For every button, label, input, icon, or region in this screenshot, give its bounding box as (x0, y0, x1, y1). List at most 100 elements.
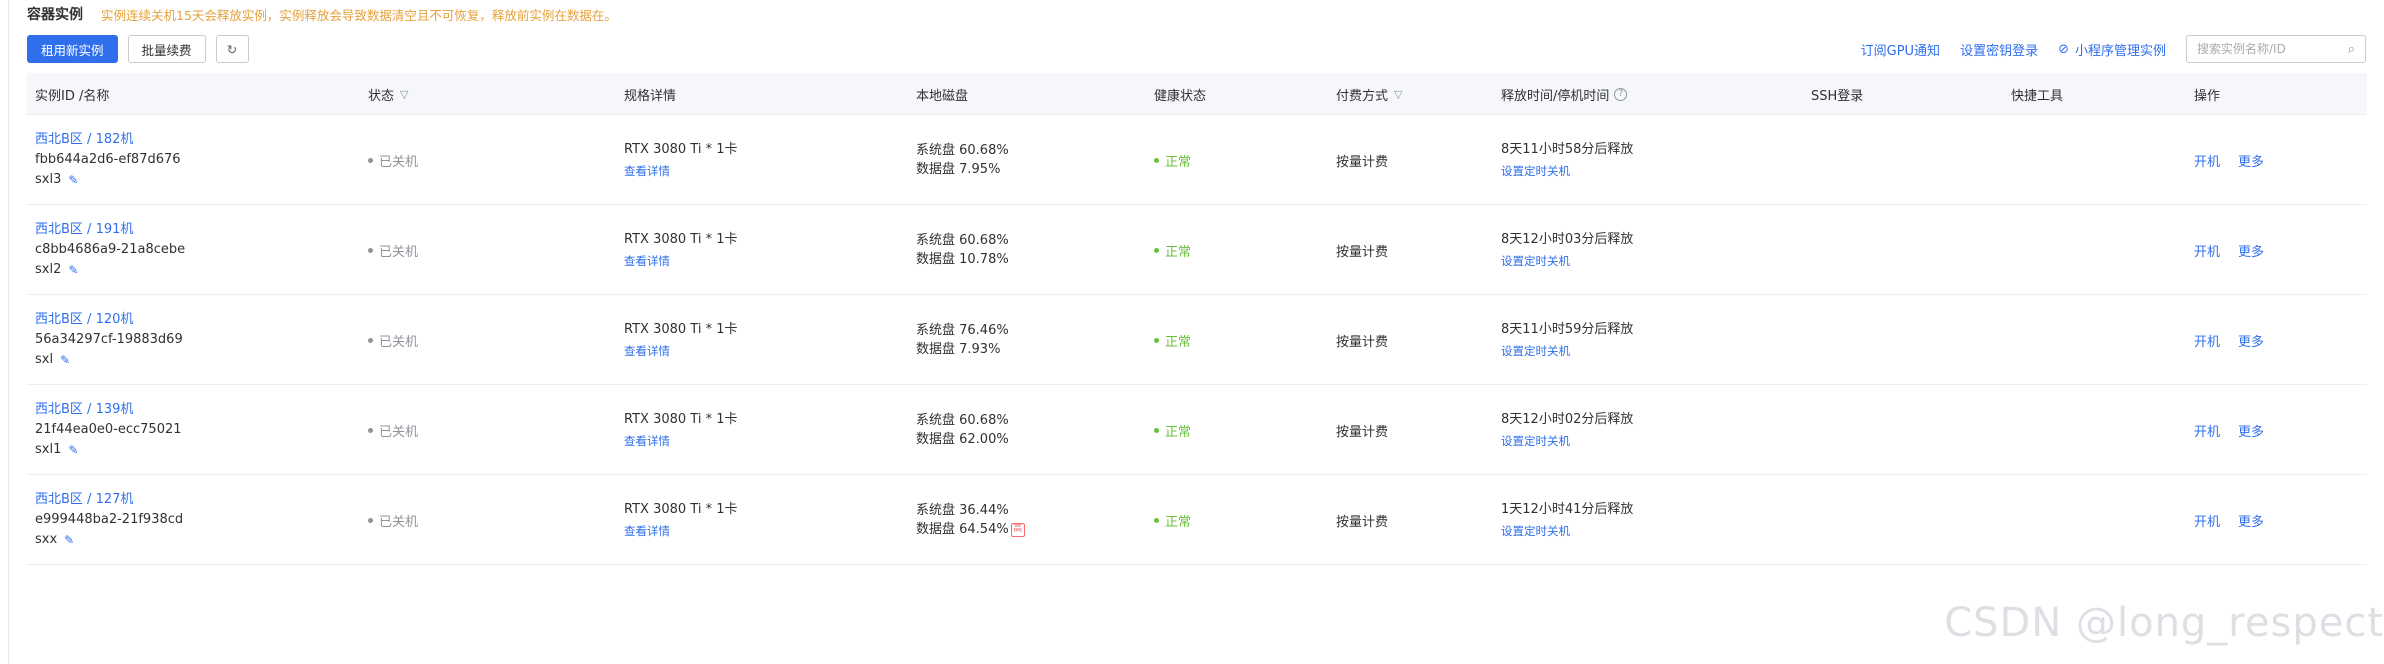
col-disk-label: 本地磁盘 (916, 88, 969, 104)
more-button[interactable]: 更多 (2238, 331, 2264, 350)
col-id-name: 实例ID /名称 (35, 73, 109, 115)
status-badge: 已关机 (368, 421, 418, 440)
col-billing-label: 付费方式 (1336, 88, 1389, 104)
view-details-link[interactable]: 查看详情 (624, 521, 737, 541)
region-link[interactable]: 西北B区 / 120机 (35, 310, 183, 330)
view-details-link[interactable]: 查看详情 (624, 161, 737, 181)
scheduled-shutdown-link[interactable]: 设置定时关机 (1501, 251, 1633, 271)
spec-text: RTX 3080 Ti * 1卡 (624, 502, 738, 517)
miniapp-manage-link[interactable]: ⊘ 小程序管理实例 (2058, 40, 2166, 59)
region-link[interactable]: 西北B区 / 127机 (35, 490, 183, 510)
cell-health: 正常 (1154, 295, 1191, 385)
filter-icon[interactable]: ▽ (1394, 88, 1402, 101)
data-disk: 数据盘 64.54% (916, 522, 1009, 537)
region-link[interactable]: 西北B区 / 139机 (35, 400, 182, 420)
health-text: 正常 (1165, 244, 1192, 260)
system-disk: 系统盘 60.68% (916, 413, 1009, 428)
col-release-label: 释放时间/停机时间 (1501, 88, 1610, 104)
release-time: 1天12小时41分后释放 (1501, 502, 1634, 517)
instance-id: c8bb4686a9-21a8cebe (35, 242, 186, 257)
more-button[interactable]: 更多 (2238, 241, 2264, 260)
table-row: 西北B区 / 139机 21f44ea0e0-ecc75021 sxl1 ✎ 已… (27, 385, 2367, 475)
view-details-link[interactable]: 查看详情 (624, 251, 737, 271)
cell-spec: RTX 3080 Ti * 1卡 查看详情 (624, 205, 737, 295)
batch-renew-button[interactable]: 批量续费 (127, 35, 206, 63)
refresh-button[interactable]: ↻ (215, 35, 249, 63)
cell-release: 8天12小时03分后释放 设置定时关机 (1501, 205, 1633, 295)
view-details-link[interactable]: 查看详情 (624, 431, 737, 451)
cell-status: 已关机 (368, 475, 418, 565)
more-button[interactable]: 更多 (2238, 421, 2264, 440)
billing-text: 按量计费 (1336, 154, 1389, 170)
start-button[interactable]: 开机 (2194, 151, 2220, 170)
miniapp-manage-label: 小程序管理实例 (2074, 43, 2166, 59)
status-badge: 已关机 (368, 511, 418, 530)
release-time: 8天12小时03分后释放 (1501, 232, 1634, 247)
status-dot (368, 157, 373, 163)
start-button[interactable]: 开机 (2194, 421, 2220, 440)
scheduled-shutdown-link[interactable]: 设置定时关机 (1501, 161, 1633, 181)
start-button[interactable]: 开机 (2194, 241, 2220, 260)
cell-actions: 开机 更多 (2194, 115, 2282, 205)
instance-name-text: sxl (35, 352, 54, 367)
edit-icon[interactable]: ✎ (60, 350, 70, 370)
cell-status: 已关机 (368, 295, 418, 385)
rent-new-instance-button[interactable]: 租用新实例 (27, 35, 118, 63)
instance-id: e999448ba2-21f938cd (35, 512, 184, 527)
ssh-key-login-link[interactable]: 设置密钥登录 (1960, 40, 2038, 59)
status-dot (368, 247, 373, 253)
cell-release: 8天11小时59分后释放 设置定时关机 (1501, 295, 1633, 385)
system-disk: 系统盘 60.68% (916, 143, 1009, 158)
instance-name-text: sxx (35, 532, 58, 547)
edit-icon[interactable]: ✎ (68, 440, 78, 460)
data-disk-line: 数据盘 62.00% (916, 430, 1009, 449)
scheduled-shutdown-link[interactable]: 设置定时关机 (1501, 521, 1633, 541)
start-button[interactable]: 开机 (2194, 331, 2220, 350)
data-disk: 数据盘 62.00% (916, 432, 1009, 447)
cell-spec: RTX 3080 Ti * 1卡 查看详情 (624, 385, 737, 475)
col-release: 释放时间/停机时间? (1501, 73, 1628, 115)
cell-billing: 按量计费 (1336, 205, 1388, 295)
status-badge: 已关机 (368, 241, 418, 260)
start-button[interactable]: 开机 (2194, 511, 2220, 530)
data-disk-line: 数据盘 7.93% (916, 340, 1009, 359)
release-time: 8天11小时58分后释放 (1501, 142, 1634, 157)
search-input[interactable] (2197, 42, 2348, 56)
subscribe-gpu-link[interactable]: 订阅GPU通知 (1861, 40, 1940, 59)
instance-id: 56a34297cf-19883d69 (35, 332, 183, 347)
more-button[interactable]: 更多 (2238, 511, 2264, 530)
cell-actions: 开机 更多 (2194, 385, 2282, 475)
help-icon[interactable]: ? (1614, 87, 1628, 101)
health-text: 正常 (1165, 424, 1192, 440)
cell-health: 正常 (1154, 115, 1191, 205)
more-button[interactable]: 更多 (2238, 151, 2264, 170)
toolbar-right: 订阅GPU通知 设置密钥登录 ⊘ 小程序管理实例 ⌕ (1861, 34, 2366, 64)
data-disk-line: 数据盘 7.95% (916, 160, 1009, 179)
cell-release: 8天12小时02分后释放 设置定时关机 (1501, 385, 1633, 475)
scheduled-shutdown-link[interactable]: 设置定时关机 (1501, 341, 1633, 361)
status-text: 已关机 (379, 424, 419, 440)
health-text: 正常 (1165, 514, 1192, 530)
cell-spec: RTX 3080 Ti * 1卡 查看详情 (624, 115, 737, 205)
table-body: 西北B区 / 182机 fbb644a2d6-ef87d676 sxl3 ✎ 已… (27, 115, 2367, 565)
view-details-link[interactable]: 查看详情 (624, 341, 737, 361)
billing-text: 按量计费 (1336, 514, 1389, 530)
search-icon[interactable]: ⌕ (2348, 42, 2355, 57)
billing-text: 按量计费 (1336, 334, 1389, 350)
region-link[interactable]: 西北B区 / 182机 (35, 130, 181, 150)
system-disk: 系统盘 60.68% (916, 233, 1009, 248)
scheduled-shutdown-link[interactable]: 设置定时关机 (1501, 431, 1633, 451)
billing-text: 按量计费 (1336, 424, 1389, 440)
edit-icon[interactable]: ✎ (68, 170, 78, 190)
health-badge: 正常 (1154, 151, 1191, 170)
edit-icon[interactable]: ✎ (68, 260, 78, 280)
search-box[interactable]: ⌕ (2186, 35, 2366, 63)
edit-icon[interactable]: ✎ (64, 530, 74, 550)
cell-disk: 系统盘 60.68% 数据盘 10.78% (916, 205, 1009, 295)
cell-release: 1天12小时41分后释放 设置定时关机 (1501, 475, 1633, 565)
cell-status: 已关机 (368, 205, 418, 295)
region-link[interactable]: 西北B区 / 191机 (35, 220, 185, 240)
spec-text: RTX 3080 Ti * 1卡 (624, 322, 738, 337)
filter-icon[interactable]: ▽ (400, 88, 408, 101)
data-disk: 数据盘 10.78% (916, 252, 1009, 267)
